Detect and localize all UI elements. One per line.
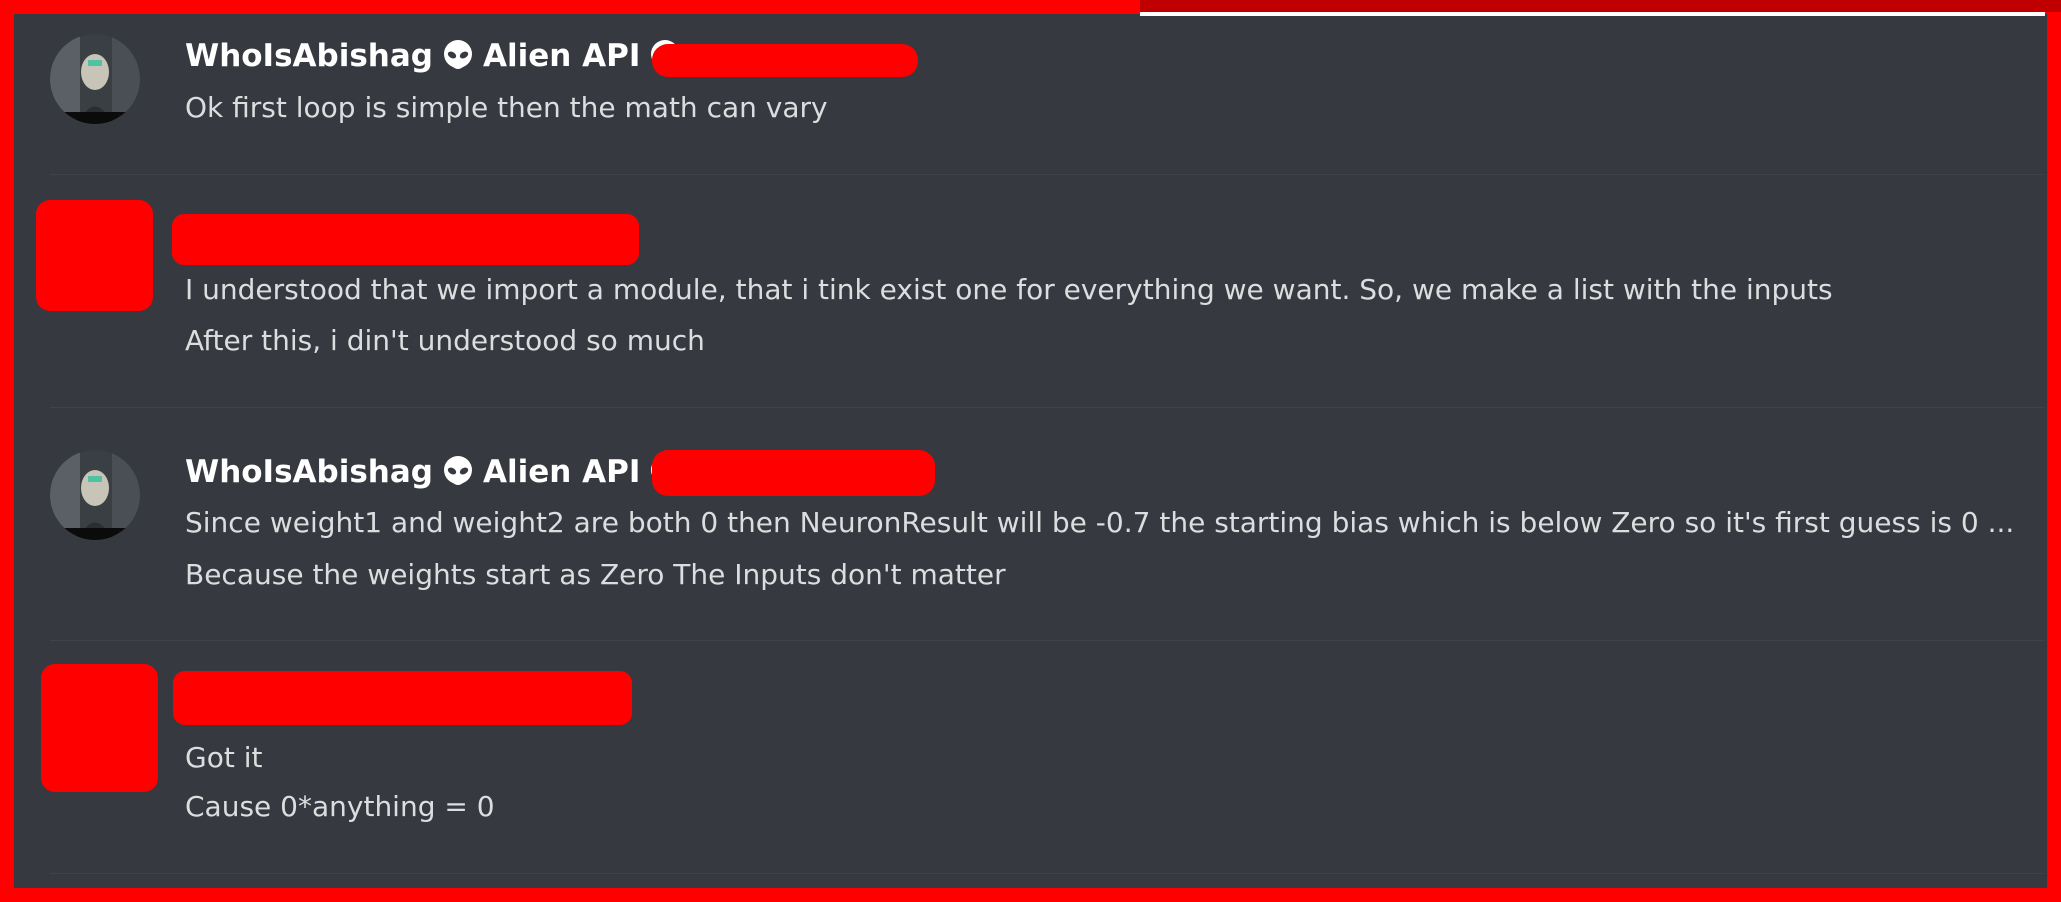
author-tag: Alien API <box>483 38 641 74</box>
author-name[interactable]: WhoIsAbishag <box>185 450 433 494</box>
alien-icon <box>441 39 475 73</box>
divider <box>50 407 2045 408</box>
redacted-author <box>172 214 639 265</box>
message-text: Since weight1 and weight2 are both 0 the… <box>185 506 2015 539</box>
divider <box>50 174 2045 175</box>
message-text: After this, i din't understood so much <box>185 324 705 357</box>
message-text: Cause 0*anything = 0 <box>185 790 495 823</box>
author-line: WhoIsAbishag Alien API <box>185 34 690 78</box>
divider <box>50 640 2045 641</box>
message-text: I understood that we import a module, th… <box>185 273 1833 306</box>
message-text: Ok first loop is simple then the math ca… <box>185 91 828 124</box>
redacted-role <box>652 44 918 77</box>
author-tag: Alien API <box>483 454 641 490</box>
avatar[interactable] <box>50 34 140 124</box>
avatar[interactable] <box>50 450 140 540</box>
author-line: WhoIsAbishag Alien API <box>185 450 690 494</box>
top-edge-light <box>1140 12 2045 16</box>
divider <box>50 873 2045 874</box>
redacted-role <box>652 450 935 496</box>
message-text: Got it <box>185 741 263 774</box>
top-edge-dark <box>1140 0 2061 12</box>
redacted-avatar <box>36 200 153 311</box>
redacted-avatar <box>41 664 158 792</box>
alien-icon <box>441 455 475 489</box>
author-name[interactable]: WhoIsAbishag <box>185 34 433 78</box>
redacted-author <box>173 671 632 725</box>
message-text: Because the weights start as Zero The In… <box>185 558 1006 591</box>
